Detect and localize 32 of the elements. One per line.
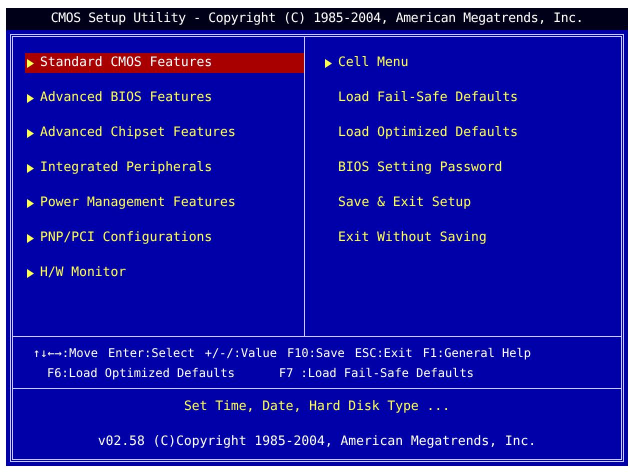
window-title: CMOS Setup Utility - Copyright (C) 1985-2004, American Megatrends, Inc. (50, 10, 584, 28)
menu-item[interactable]: Load Optimized Defaults (323, 123, 621, 143)
menu-item[interactable]: Save & Exit Setup (323, 193, 621, 213)
help-description: Set Time, Date, Hard Disk Type ... (184, 398, 450, 416)
arrow-icon (27, 94, 34, 102)
key-hint: F1:General Help (422, 344, 531, 362)
copyright-footer: v02.58 (C)Copyright 1985-2004, American Megatrends, Inc. (98, 432, 536, 452)
key-hint: ESC:Exit (354, 344, 413, 362)
menu-item[interactable]: Standard CMOS Features (25, 53, 304, 73)
menu-item[interactable]: Exit Without Saving (323, 228, 621, 248)
key-hint: F6:Load Optimized Defaults (47, 364, 235, 382)
menu-item[interactable]: PNP/PCI Configurations (25, 228, 304, 248)
menu-item[interactable]: Cell Menu (323, 53, 621, 73)
arrow-icon (27, 268, 34, 278)
arrow-icon (27, 128, 34, 138)
key-hint: Enter:Select (108, 344, 195, 362)
key-hint: F7 :Load Fail-Safe Defaults (278, 364, 474, 382)
menu-item[interactable]: H/W Monitor (25, 263, 304, 283)
arrow-icon (27, 198, 34, 208)
arrow-icon (27, 58, 34, 68)
menu-item[interactable]: Advanced BIOS Features (25, 88, 304, 108)
key-hint: +/-/:Value (204, 344, 277, 362)
arrow-icon (27, 164, 34, 172)
key-hint: ↑↓←→:Move (33, 344, 98, 362)
menu-item[interactable]: Advanced Chipset Features (25, 123, 304, 143)
menu-item[interactable]: Integrated Peripherals (25, 158, 304, 178)
menu-item[interactable]: Power Management Features (25, 193, 304, 213)
arrow-icon (325, 58, 332, 68)
menu-item[interactable]: BIOS Setting Password (323, 158, 621, 178)
key-hint: F10:Save (286, 344, 345, 362)
menu-item[interactable]: Load Fail-Safe Defaults (323, 88, 621, 108)
arrow-icon (27, 234, 34, 242)
